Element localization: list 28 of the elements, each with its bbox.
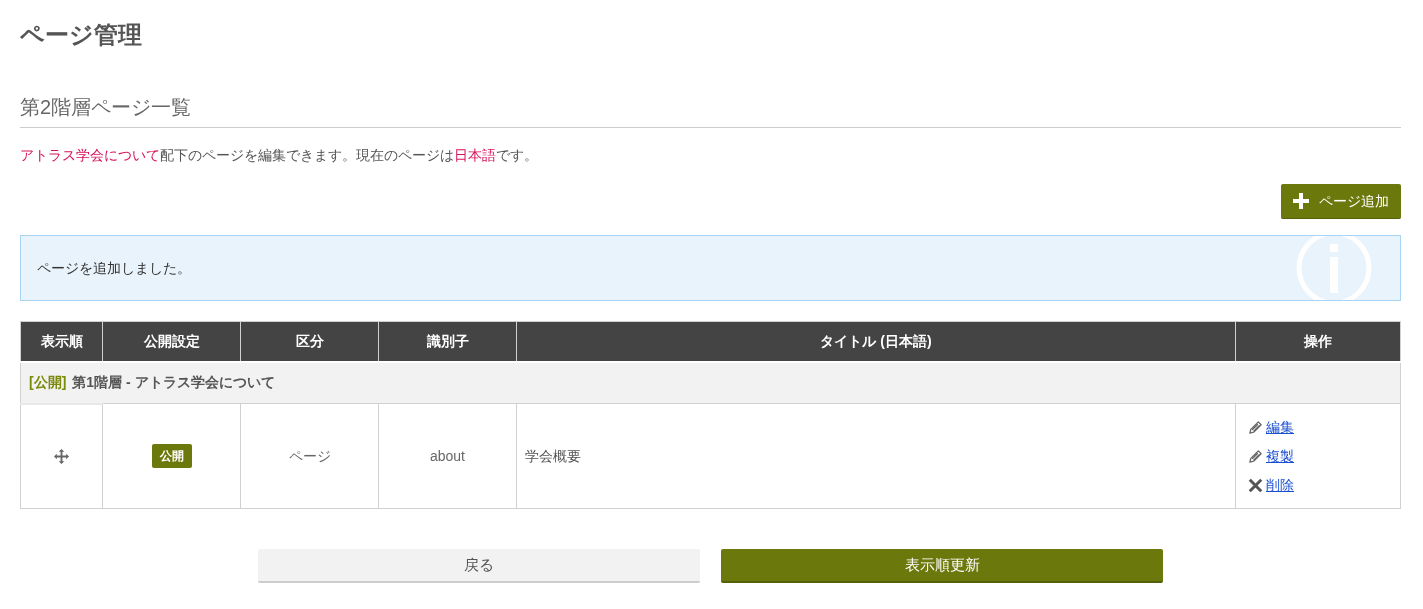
page-title: ページ管理 [20, 20, 142, 50]
column-header: 区分 [240, 321, 379, 362]
alert-message: ページを追加しました。 [37, 258, 191, 278]
pencil-icon [1248, 448, 1263, 464]
table-cell: ページ [240, 403, 379, 509]
back-button[interactable]: 戻る [258, 549, 700, 583]
update-order-button[interactable]: 表示順更新 [721, 549, 1163, 583]
column-header: 表示順 [20, 321, 103, 362]
move-icon[interactable] [54, 448, 69, 464]
section-title: 第2階層ページ一覧 [20, 95, 192, 120]
group-status: [公開] [29, 374, 67, 390]
column-header: 識別子 [378, 321, 517, 362]
table-cell: 学会概要 [516, 403, 1236, 509]
table-cell: about [378, 403, 517, 509]
column-header: 公開設定 [102, 321, 241, 362]
edit-link[interactable]: 編集 [1266, 417, 1294, 437]
add-page-button[interactable]: ページ追加 [1281, 184, 1401, 219]
group-title: 第1階層 - アトラス学会について [72, 374, 275, 390]
status-badge: 公開 [151, 444, 192, 468]
info-icon [1294, 236, 1374, 300]
description-text: アトラス学会について配下のページを編集できます。現在のページは 日本語です。 [20, 146, 538, 165]
column-header: タイトル (日本語) [516, 321, 1236, 362]
cross-icon [1248, 477, 1263, 493]
pencil-icon [1248, 419, 1263, 435]
plus-icon [1293, 193, 1309, 209]
column-header: 操作 [1235, 321, 1401, 362]
copy-link[interactable]: 複製 [1266, 446, 1294, 466]
delete-link[interactable]: 削除 [1266, 475, 1294, 495]
